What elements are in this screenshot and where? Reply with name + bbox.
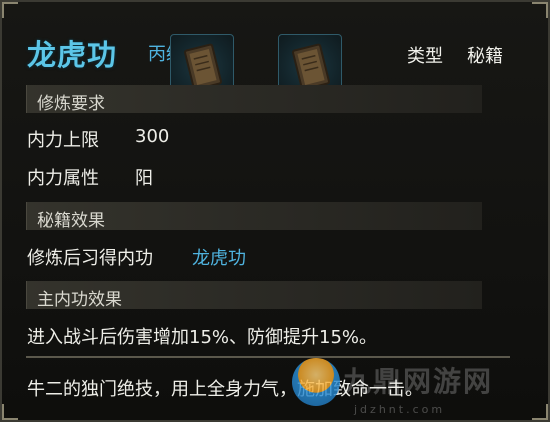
- row-neili-attr-value: 阳: [135, 168, 153, 189]
- row-neili-limit-label: 内力上限: [27, 130, 99, 151]
- type-value: 秘籍: [467, 46, 503, 67]
- frame-corner-top-left: [2, 2, 18, 18]
- section-main-effect: 主内功效果: [26, 281, 482, 310]
- row-neili-attr-label: 内力属性: [27, 168, 99, 189]
- divider: [26, 356, 510, 358]
- item-name: 龙虎功: [27, 38, 118, 72]
- frame-corner-top-right: [532, 2, 548, 18]
- frame-corner-bottom-right: [532, 404, 548, 420]
- section-book-effect: 秘籍效果: [26, 202, 482, 231]
- frame-corner-bottom-left: [2, 404, 18, 420]
- row-learn-label: 修炼后习得内功: [27, 248, 153, 269]
- section-book-effect-label: 秘籍效果: [37, 211, 105, 231]
- watermark-logo-icon: [292, 358, 340, 406]
- main-effect-text: 进入战斗后伤害增加15%、防御提升15%。: [27, 327, 378, 348]
- section-requirements: 修炼要求: [26, 85, 482, 114]
- section-requirements-label: 修炼要求: [37, 94, 105, 114]
- row-learn-value: 龙虎功: [192, 248, 246, 269]
- type-label: 类型: [407, 46, 443, 67]
- watermark-text: 九鼎网游网: [343, 365, 494, 398]
- section-main-effect-label: 主内功效果: [37, 290, 122, 310]
- watermark-url: jdzhnt.com: [354, 403, 446, 416]
- row-neili-limit-value: 300: [135, 126, 170, 147]
- item-tooltip: 龙虎功 丙级 类型 秘籍 修炼要求 内力上限 300 内力属性 阳 秘籍效果 修…: [0, 0, 550, 422]
